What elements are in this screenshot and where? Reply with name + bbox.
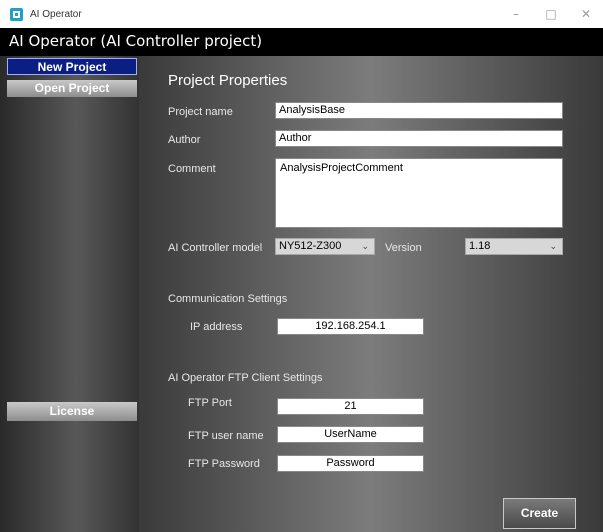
ftp-password-input[interactable]: Password [277, 455, 424, 472]
ip-address-label: IP address [190, 321, 243, 333]
ftp-user-name-input[interactable]: UserName [277, 426, 424, 443]
ftp-user-name-label: FTP user name [188, 430, 264, 442]
window-titlebar: AI Operator – □ ✕ [0, 0, 603, 28]
ftp-settings-heading: AI Operator FTP Client Settings [168, 372, 323, 384]
controller-model-select[interactable]: NY512-Z300 ⌄ [275, 238, 375, 255]
maximize-button[interactable]: □ [540, 5, 562, 23]
license-button[interactable]: License [7, 402, 137, 421]
version-value: 1.18 [469, 240, 491, 252]
comment-textarea[interactable]: AnalysisProjectComment [275, 158, 563, 228]
project-name-input[interactable]: AnalysisBase [275, 102, 563, 119]
chevron-down-icon: ⌄ [549, 241, 557, 251]
version-select[interactable]: 1.18 ⌄ [465, 238, 563, 255]
version-label: Version [385, 242, 422, 254]
ftp-port-input[interactable]: 21 [277, 398, 424, 415]
controller-model-value: NY512-Z300 [279, 240, 342, 252]
project-properties-panel: Project Properties Project name Analysis… [139, 56, 603, 532]
project-name-label: Project name [168, 106, 233, 118]
sidebar: New Project Open Project License [0, 56, 139, 532]
controller-model-label: AI Controller model [168, 242, 263, 254]
minimize-button[interactable]: – [505, 5, 527, 23]
app-title: AI Operator (AI Controller project) [9, 32, 263, 50]
create-button[interactable]: Create [503, 498, 576, 529]
chevron-down-icon: ⌄ [361, 241, 369, 251]
app-logo-icon [10, 8, 23, 21]
author-label: Author [168, 134, 201, 146]
section-title-project-properties: Project Properties [168, 72, 288, 89]
ftp-port-label: FTP Port [188, 397, 232, 409]
ip-address-input[interactable]: 192.168.254.1 [277, 318, 424, 335]
close-button[interactable]: ✕ [575, 5, 597, 23]
author-input[interactable]: Author [275, 130, 563, 147]
ftp-password-label: FTP Password [188, 458, 260, 470]
new-project-button[interactable]: New Project [7, 58, 137, 75]
app-header: AI Operator (AI Controller project) [0, 28, 603, 56]
communication-settings-heading: Communication Settings [168, 293, 288, 305]
open-project-button[interactable]: Open Project [7, 80, 137, 97]
comment-label: Comment [168, 163, 216, 175]
window-title: AI Operator [30, 9, 82, 20]
